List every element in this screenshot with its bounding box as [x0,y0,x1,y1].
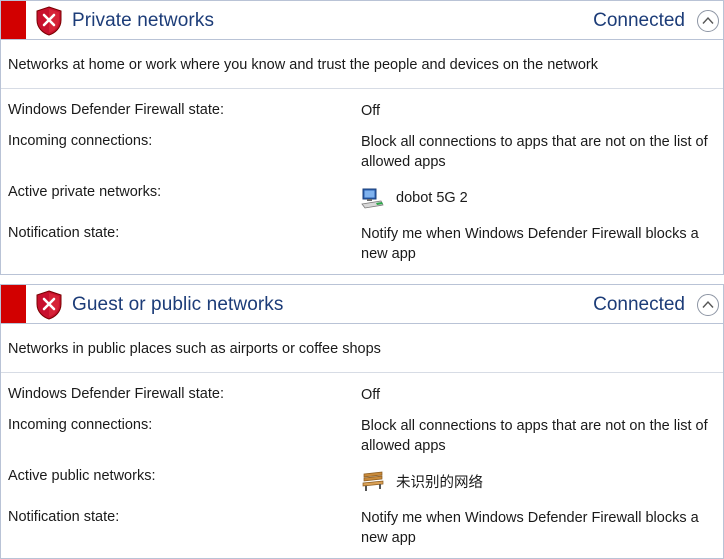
active-network-item: dobot 5G 2 [361,187,468,209]
notification-state-label: Notification state: [8,225,120,241]
active-networks-label: Active private networks: [8,184,162,200]
public-networks-header[interactable]: Guest or public networks Connected [1,285,723,324]
incoming-connections-value: Block all connections to apps that are n… [361,134,708,170]
section-title: Guest or public networks [72,294,284,315]
active-network-name: dobot 5G 2 [396,190,468,206]
divider [1,88,723,89]
private-networks-header[interactable]: Private networks Connected [1,1,723,40]
collapse-button[interactable] [697,294,719,316]
notification-state-label: Notification state: [8,509,120,525]
active-network-item: 未识别的网络 [361,470,483,492]
status-red-strip [1,285,26,323]
collapse-button[interactable] [697,10,719,32]
status-red-strip [1,1,26,39]
firewall-state-label: Windows Defender Firewall state: [8,102,224,118]
private-networks-panel: Private networks Connected Networks at h… [0,0,724,275]
incoming-connections-label: Incoming connections: [8,133,153,149]
shield-error-icon [36,290,62,320]
public-networks-panel: Guest or public networks Connected Netwo… [0,284,724,559]
active-networks-label: Active public networks: [8,468,156,484]
firewall-state-label: Windows Defender Firewall state: [8,386,224,402]
connection-status: Connected [593,294,685,315]
park-bench-icon [362,471,384,491]
connection-status: Connected [593,10,685,31]
chevron-up-icon [702,300,714,308]
section-description: Networks at home or work where you know … [8,57,598,73]
notification-state-value: Notify me when Windows Defender Firewall… [361,226,699,262]
section-title: Private networks [72,10,215,31]
divider [1,372,723,373]
chevron-up-icon [702,16,714,24]
firewall-state-value: Off [361,387,381,403]
active-network-name: 未识别的网络 [396,474,483,491]
incoming-connections-value: Block all connections to apps that are n… [361,418,708,454]
shield-error-icon [36,6,62,36]
firewall-state-value: Off [361,103,381,119]
network-computer-icon [361,188,384,209]
section-description: Networks in public places such as airpor… [8,341,381,357]
notification-state-value: Notify me when Windows Defender Firewall… [361,510,699,546]
incoming-connections-label: Incoming connections: [8,417,153,433]
